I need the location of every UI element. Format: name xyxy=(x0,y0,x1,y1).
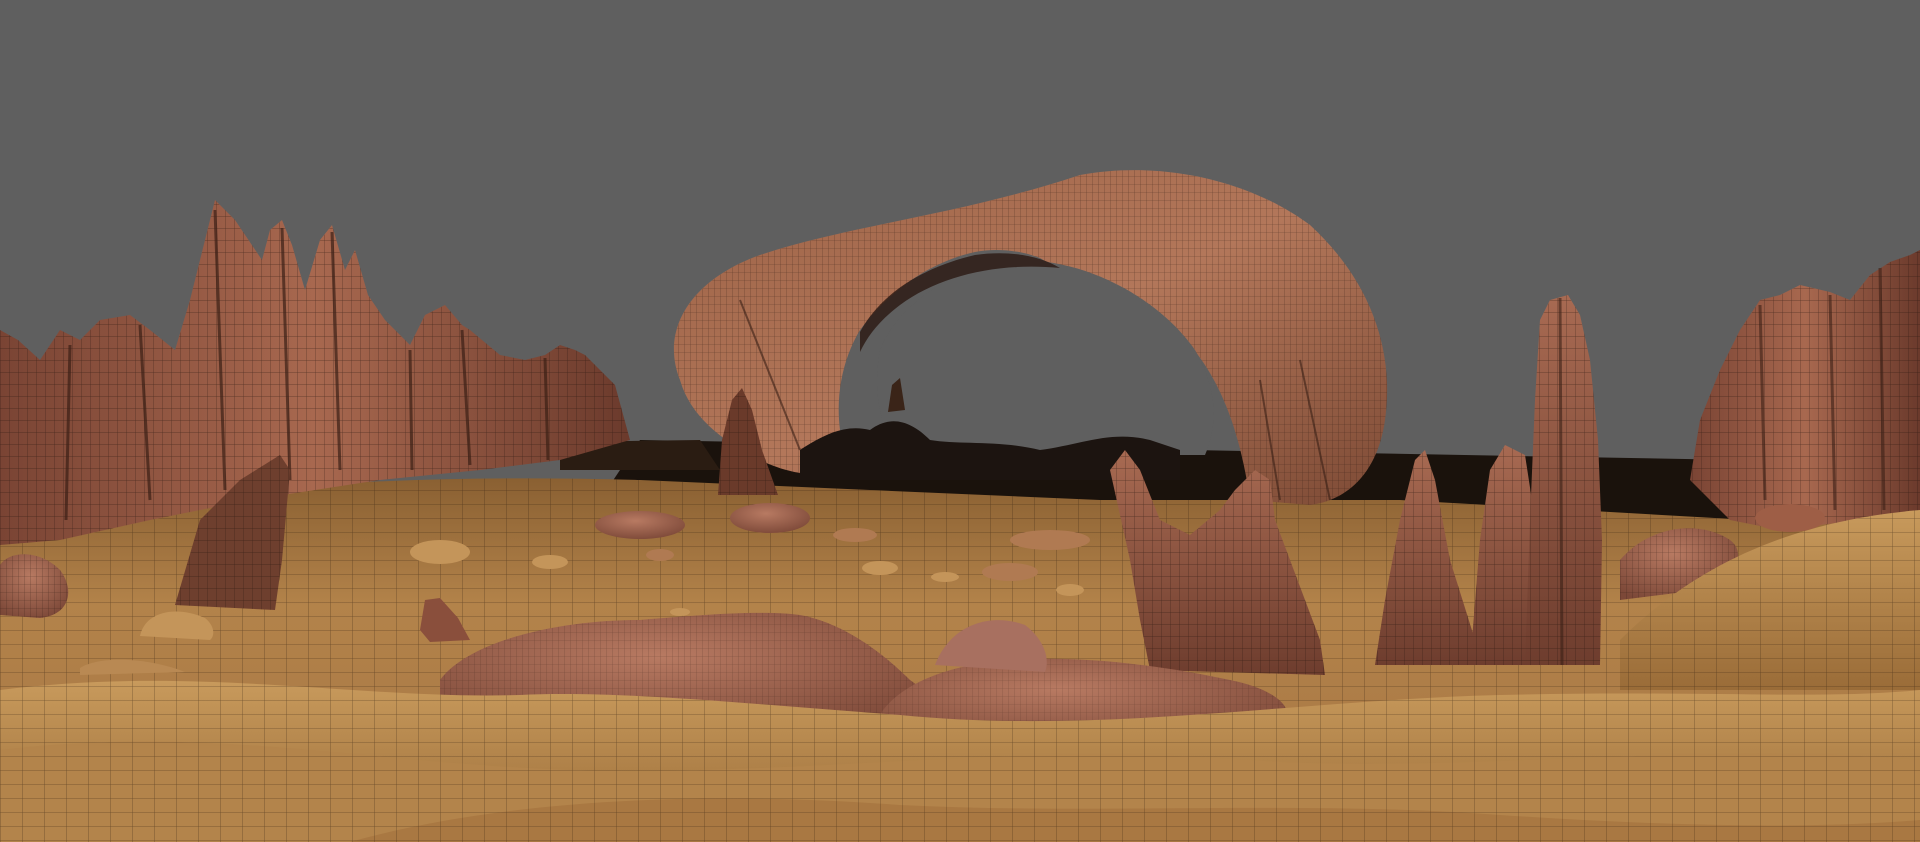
3d-viewport[interactable] xyxy=(0,0,1920,842)
desert-scene xyxy=(0,0,1920,842)
